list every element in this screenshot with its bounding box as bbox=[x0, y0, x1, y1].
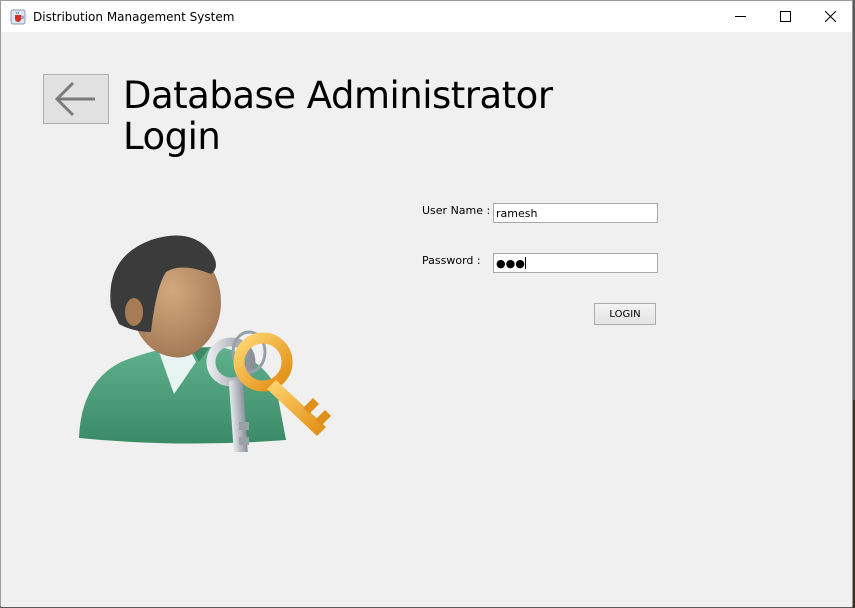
username-label: User Name : bbox=[422, 204, 491, 217]
text-caret bbox=[524, 257, 526, 269]
back-button[interactable] bbox=[43, 74, 109, 124]
minimize-icon bbox=[734, 16, 746, 17]
title-bar[interactable]: Distribution Management System bbox=[1, 1, 852, 32]
minimize-button[interactable] bbox=[717, 1, 763, 32]
close-icon bbox=[824, 11, 836, 22]
page-title-line1: Database Administrator bbox=[123, 74, 553, 117]
password-field[interactable]: ●●● bbox=[493, 253, 658, 273]
page-title-line2: Login bbox=[123, 115, 221, 158]
app-window: Distribution Management System Database … bbox=[0, 0, 853, 607]
user-keys-illustration bbox=[79, 235, 331, 452]
login-button[interactable]: LOGIN bbox=[594, 303, 656, 325]
java-cup-icon bbox=[10, 9, 26, 25]
close-button[interactable] bbox=[807, 1, 853, 32]
password-label: Password : bbox=[422, 254, 481, 267]
username-field[interactable] bbox=[493, 203, 658, 223]
maximize-button[interactable] bbox=[762, 1, 808, 32]
maximize-icon bbox=[779, 11, 791, 22]
password-mask: ●●● bbox=[496, 257, 525, 270]
login-panel: Database Administrator Login User Name:… bbox=[1, 32, 852, 607]
page-title: Database Administrator Login bbox=[123, 75, 553, 157]
window-title: Distribution Management System bbox=[33, 10, 235, 24]
arrow-left-icon bbox=[54, 81, 95, 117]
